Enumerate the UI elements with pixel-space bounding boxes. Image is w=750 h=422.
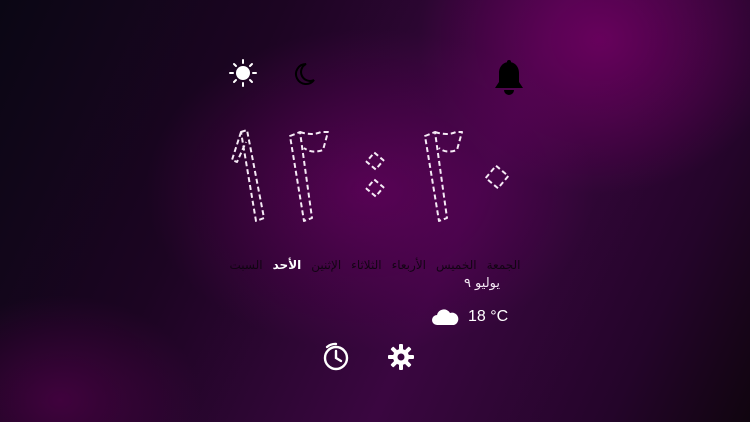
alarm-clock-icon <box>323 342 349 371</box>
hour-digit-two <box>289 131 329 222</box>
hour-digit-one <box>231 129 265 222</box>
weather-widget[interactable]: 18 °C <box>430 304 530 330</box>
alarm-button[interactable] <box>321 342 351 372</box>
weekday-thursday[interactable]: الخميس <box>436 255 477 275</box>
notifications-button[interactable] <box>489 58 529 98</box>
temperature-label: 18 °C <box>468 308 509 325</box>
bell-icon <box>495 60 523 95</box>
gear-icon <box>388 344 414 370</box>
cloud-icon <box>432 309 459 325</box>
clock-display: ١٢:٢٠ <box>220 120 520 230</box>
weekday-friday[interactable]: الجمعة <box>487 255 521 275</box>
clock-digits <box>231 129 510 222</box>
weekday-sunday[interactable]: الأحد <box>273 255 302 275</box>
moon-icon <box>295 63 315 85</box>
minute-digit-zero <box>484 164 510 190</box>
clock-colon <box>365 151 385 198</box>
weekday-saturday[interactable]: السبت <box>230 255 263 275</box>
weekday-strip: السبت الأحد الإثنين الثلاثاء الأربعاء ال… <box>210 255 540 275</box>
minute-digit-two <box>424 131 463 222</box>
date-label: يوليو ٩ <box>463 276 500 291</box>
weekday-tuesday[interactable]: الثلاثاء <box>351 255 381 275</box>
weekday-monday[interactable]: الإثنين <box>311 255 341 275</box>
day-mode-button[interactable] <box>226 58 260 88</box>
night-mode-button[interactable] <box>288 60 318 88</box>
settings-button[interactable] <box>387 343 415 371</box>
weekday-wednesday[interactable]: الأربعاء <box>392 255 426 275</box>
sun-icon <box>229 59 257 87</box>
